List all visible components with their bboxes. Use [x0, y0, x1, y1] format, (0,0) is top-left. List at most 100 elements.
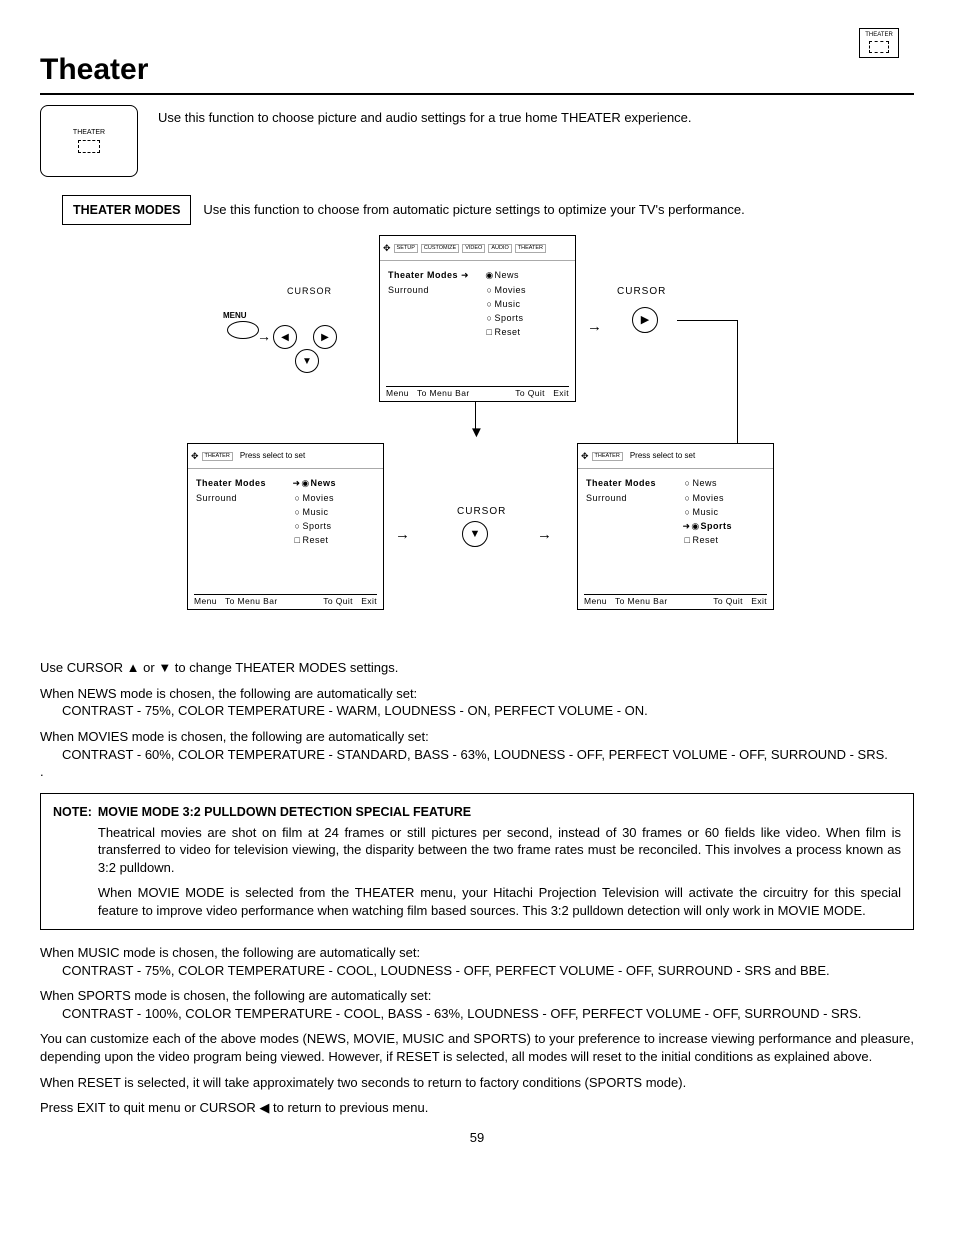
cursor-left-button: ◀: [273, 325, 297, 349]
menu-button: [227, 321, 259, 339]
footer-part: Exit: [751, 596, 767, 606]
arrow-icon: →: [587, 317, 602, 337]
footer-part: To Quit: [323, 596, 353, 606]
lead: When SPORTS mode is chosen, the followin…: [40, 988, 431, 1003]
arrow-down-icon: ▼: [469, 423, 484, 443]
menu-item: Surround: [388, 284, 471, 296]
exit-note: Press EXIT to quit menu or CURSOR ◀ to r…: [40, 1099, 914, 1117]
radio-icon: ○: [293, 520, 303, 532]
tab-customize: CUSTOMIZE: [421, 244, 459, 254]
sports-mode-block: When SPORTS mode is chosen, the followin…: [40, 987, 914, 1022]
cursor-dpad: ◀ ▶ ▼: [273, 303, 337, 367]
cursor-right-button: ▶: [632, 307, 658, 333]
note-p1: Theatrical movies are shot on film at 24…: [98, 824, 901, 877]
footer-part: Exit: [361, 596, 377, 606]
radio-icon: ○: [293, 492, 303, 504]
menu-item: Surround: [196, 492, 279, 504]
music-mode-block: When MUSIC mode is chosen, the following…: [40, 944, 914, 979]
title-rule: [40, 93, 914, 95]
arrow-icon: →: [257, 327, 271, 346]
detail: CONTRAST - 75%, COLOR TEMPERATURE - WARM…: [62, 702, 914, 720]
arrow-icon: →: [537, 525, 552, 545]
cursor-label: CURSOR: [617, 285, 666, 299]
theater-modes-label: THEATER MODES: [62, 195, 191, 226]
note-heading: MOVIE MODE 3:2 PULLDOWN DETECTION SPECIA…: [98, 804, 901, 821]
lead: When MUSIC mode is chosen, the following…: [40, 945, 420, 960]
tab-audio: AUDIO: [488, 244, 511, 254]
press-select-text: Press select to set: [630, 451, 695, 462]
menu-item: Theater Modes: [388, 270, 458, 280]
footer-part: Exit: [553, 388, 569, 398]
square-icon: □: [683, 534, 693, 546]
connector: [677, 320, 737, 321]
osd-screen-bl: ✥ THEATER Press select to set Theater Mo…: [187, 443, 384, 610]
move-icon: ✥: [191, 452, 199, 461]
radio-selected-icon: ◉: [691, 520, 701, 532]
cursor-label: CURSOR: [457, 505, 506, 519]
square-icon: □: [485, 326, 495, 338]
reset-note: When RESET is selected, it will take app…: [40, 1074, 914, 1092]
film-icon: [869, 41, 889, 53]
news-mode-block: When NEWS mode is chosen, the following …: [40, 685, 914, 720]
radio-icon: ○: [683, 506, 693, 518]
footer-part: To Quit: [515, 388, 545, 398]
menu-item: Surround: [586, 492, 669, 504]
detail: CONTRAST - 75%, COLOR TEMPERATURE - COOL…: [62, 962, 914, 980]
opt: Sports: [701, 521, 733, 531]
opt: News: [495, 270, 520, 280]
menu-flow-diagram: CURSOR MENU → ◀ ▶ ▼ ✥ SETUP CUSTOMIZE VI…: [77, 235, 877, 635]
tab-video: VIDEO: [462, 244, 485, 254]
tab-setup: SETUP: [394, 244, 418, 254]
cursor-right-step: ▶: [632, 307, 658, 333]
badge-label: THEATER: [865, 32, 893, 38]
radio-icon: ○: [485, 298, 495, 310]
opt: Sports: [495, 313, 524, 323]
osd-screen-top: ✥ SETUP CUSTOMIZE VIDEO AUDIO THEATER Th…: [379, 235, 576, 402]
move-icon: ✥: [581, 452, 589, 461]
opt: News: [311, 478, 337, 488]
page-number: 59: [40, 1129, 914, 1147]
cursor-down-button: ▼: [295, 349, 319, 373]
menu-item: Theater Modes: [196, 478, 266, 488]
theater-box-label: THEATER: [73, 129, 105, 136]
cursor-instruction: Use CURSOR ▲ or ▼ to change THEATER MODE…: [40, 659, 914, 677]
note-p2: When MOVIE MODE is selected from the THE…: [98, 884, 901, 919]
theater-icon-box: THEATER: [40, 105, 138, 177]
customize-text: You can customize each of the above mode…: [40, 1030, 914, 1065]
footer-part: To Menu Bar: [615, 596, 668, 606]
osd-screen-br: ✥ THEATER Press select to set Theater Mo…: [577, 443, 774, 610]
opt: Reset: [495, 327, 521, 337]
intro-text: Use this function to choose picture and …: [158, 105, 692, 127]
connector: [737, 320, 738, 443]
movies-mode-block: When MOVIES mode is chosen, the followin…: [40, 728, 914, 781]
opt: Music: [495, 299, 521, 309]
opt: Sports: [303, 521, 332, 531]
opt: Reset: [303, 535, 329, 545]
opt: Movies: [693, 493, 725, 503]
tab-theater-small: THEATER: [202, 452, 233, 462]
footer-part: To Menu Bar: [417, 388, 470, 398]
opt: News: [693, 478, 718, 488]
detail: CONTRAST - 60%, COLOR TEMPERATURE - STAN…: [62, 746, 914, 764]
lead: When MOVIES mode is chosen, the followin…: [40, 729, 429, 744]
cursor-down-step: ▼: [462, 521, 488, 547]
radio-icon: ○: [683, 492, 693, 504]
radio-icon: ○: [485, 284, 495, 296]
opt: Movies: [303, 493, 335, 503]
page-title: Theater: [40, 50, 914, 91]
radio-icon: ○: [485, 312, 495, 324]
detail: CONTRAST - 100%, COLOR TEMPERATURE - COO…: [62, 1005, 914, 1023]
lead: When NEWS mode is chosen, the following …: [40, 686, 417, 701]
footer-part: Menu: [194, 596, 217, 606]
note-box: NOTE: MOVIE MODE 3:2 PULLDOWN DETECTION …: [40, 793, 914, 931]
film-icon: [78, 140, 100, 153]
move-icon: ✥: [383, 244, 391, 253]
radio-selected-icon: ◉: [301, 477, 311, 489]
arrow-icon: →: [395, 525, 410, 545]
opt: Movies: [495, 285, 527, 295]
square-icon: □: [293, 534, 303, 546]
cursor-label: CURSOR: [287, 285, 332, 297]
radio-icon: ○: [293, 506, 303, 518]
opt: Music: [303, 507, 329, 517]
radio-selected-icon: ◉: [485, 269, 495, 281]
